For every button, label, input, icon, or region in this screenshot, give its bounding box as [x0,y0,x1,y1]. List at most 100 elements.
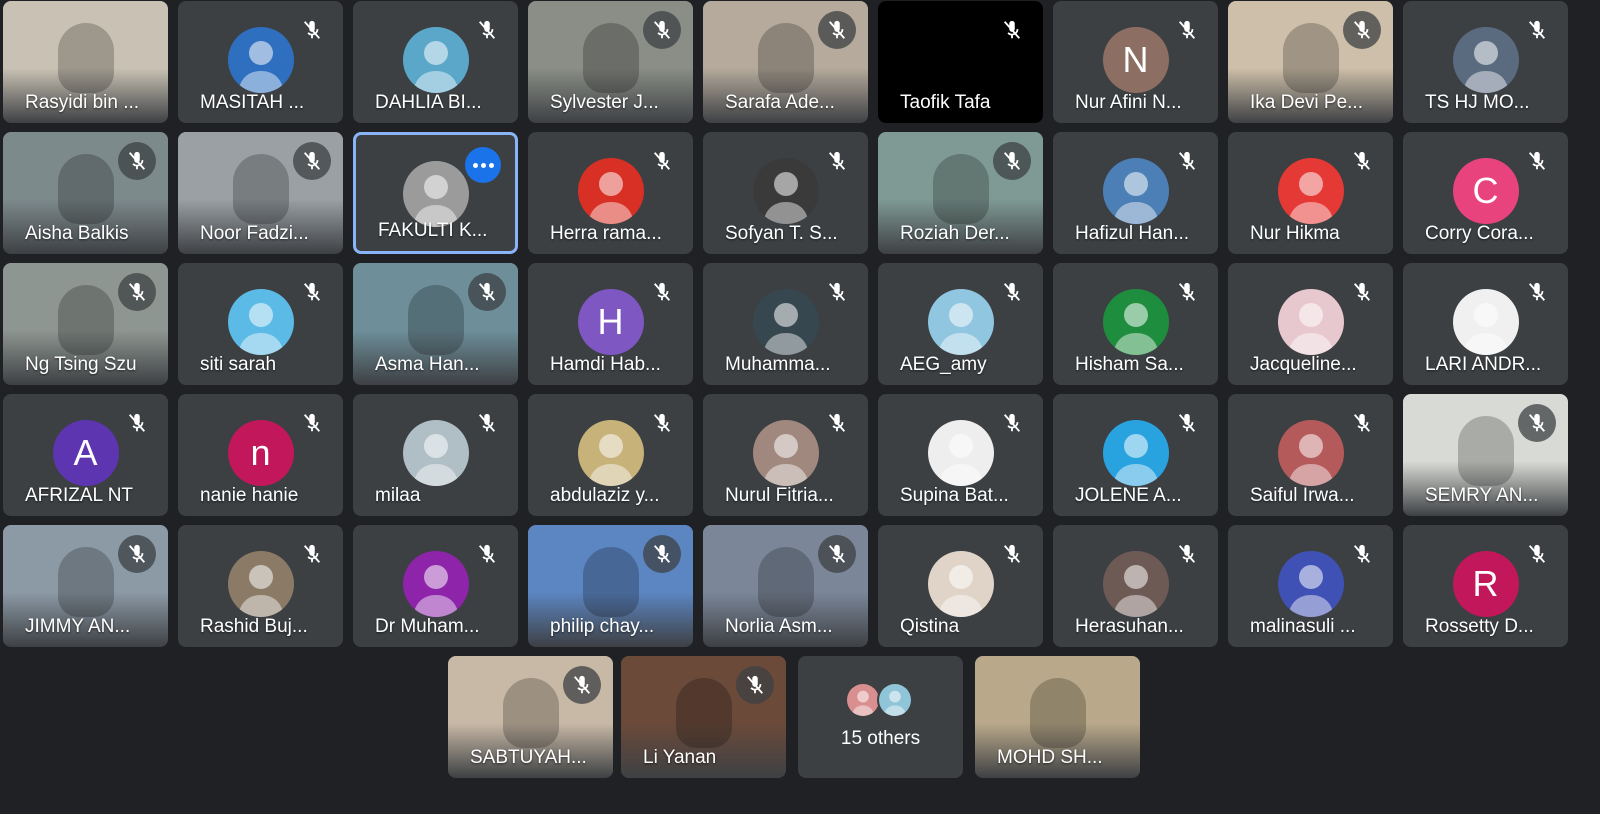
participant-tile[interactable]: Qistina [878,525,1043,647]
participant-tile[interactable]: abdulaziz y... [528,394,693,516]
avatar [844,682,881,718]
mic-off-icon [118,404,156,442]
participant-tile[interactable]: Nur Hikma [1228,132,1393,254]
participant-tile[interactable]: malinasuli ... [1228,525,1393,647]
participant-tile[interactable]: milaa [353,394,518,516]
participant-tile[interactable]: Sarafa Ade... [703,1,868,123]
participant-name: philip chay... [550,616,655,637]
participant-tile[interactable]: N Nur Afini N... [1053,1,1218,123]
participant-tile[interactable]: C Corry Cora... [1403,132,1568,254]
participant-tile[interactable]: philip chay... [528,525,693,647]
avatar [927,289,994,355]
avatar [927,420,994,486]
avatar [1102,420,1169,486]
participant-tile[interactable]: AEG_amy [878,263,1043,385]
mic-off-icon [468,11,506,49]
participant-tile[interactable]: Nurul Fitria... [703,394,868,516]
participant-tile[interactable]: JOLENE A... [1053,394,1218,516]
participant-tile[interactable]: Sofyan T. S... [703,132,868,254]
avatar [1102,158,1169,224]
participant-tile[interactable]: Asma Han... [353,263,518,385]
mic-off-icon [118,142,156,180]
mic-off-icon [818,11,856,49]
participant-tile[interactable]: Rasyidi bin ... [3,1,168,123]
participant-tile[interactable]: Herra rama... [528,132,693,254]
avatar: A [52,420,119,486]
participant-name: Saiful Irwa... [1250,485,1355,506]
participant-tile[interactable]: Li Yanan [621,656,786,778]
participant-tile[interactable]: n nanie hanie [178,394,343,516]
participant-tile[interactable]: TS HJ MO... [1403,1,1568,123]
participant-tile[interactable]: MOHD SH... [975,656,1140,778]
participant-tile[interactable]: FAKULTI K... [353,132,518,254]
participant-name: Aisha Balkis [25,223,129,244]
participant-name: Noor Fadzi... [200,223,309,244]
participant-tile[interactable]: JIMMY AN... [3,525,168,647]
mic-off-icon [1343,273,1381,311]
avatar [402,27,469,93]
participant-name: Asma Han... [375,354,480,375]
participant-tile[interactable]: Saiful Irwa... [1228,394,1393,516]
participant-tile[interactable]: Sylvester J... [528,1,693,123]
participant-name: Rasyidi bin ... [25,92,140,113]
participant-tile[interactable]: Roziah Der... [878,132,1043,254]
mic-off-icon [1518,535,1556,573]
others-tile[interactable]: 15 others [798,656,963,778]
participant-name: Sarafa Ade... [725,92,835,113]
participant-tile[interactable]: Jacqueline... [1228,263,1393,385]
participant-name: milaa [375,485,421,506]
participant-name: Ika Devi Pe... [1250,92,1363,113]
participant-tile[interactable]: Herasuhan... [1053,525,1218,647]
participant-name: Hisham Sa... [1075,354,1184,375]
participant-name: MOHD SH... [997,747,1103,768]
avatar [227,289,294,355]
mic-off-icon [1343,142,1381,180]
participant-tile[interactable]: A AFRIZAL NT [3,394,168,516]
participant-name: Taofik Tafa [900,92,991,113]
participant-tile[interactable]: Norlia Asm... [703,525,868,647]
more-options-button[interactable] [465,147,501,183]
mic-off-icon [1168,535,1206,573]
participant-name: Jacqueline... [1250,354,1357,375]
participant-tile[interactable]: Aisha Balkis [3,132,168,254]
participant-tile[interactable]: Hafizul Han... [1053,132,1218,254]
participant-tile[interactable]: LARI ANDR... [1403,263,1568,385]
participant-tile[interactable]: MASITAH ... [178,1,343,123]
participant-name: JIMMY AN... [25,616,131,637]
participant-tile[interactable]: Ng Tsing Szu [3,263,168,385]
avatar [577,420,644,486]
participant-name: Supina Bat... [900,485,1009,506]
participant-tile[interactable]: siti sarah [178,263,343,385]
mic-off-icon [1518,11,1556,49]
participant-name: nanie hanie [200,485,299,506]
participant-tile[interactable]: SEMRY AN... [1403,394,1568,516]
participant-name: MASITAH ... [200,92,305,113]
participant-tile[interactable]: DAHLIA BI... [353,1,518,123]
participant-tile[interactable]: Supina Bat... [878,394,1043,516]
participant-name: Rashid Buj... [200,616,308,637]
participant-tile[interactable]: Taofik Tafa [878,1,1043,123]
mic-off-icon [468,535,506,573]
participant-name: Nur Afini N... [1075,92,1182,113]
mic-off-icon [818,404,856,442]
avatar [1277,158,1344,224]
participant-tile[interactable]: Dr Muham... [353,525,518,647]
participant-tile[interactable]: Noor Fadzi... [178,132,343,254]
participant-tile[interactable]: Muhamma... [703,263,868,385]
participant-tile[interactable]: H Hamdi Hab... [528,263,693,385]
mic-off-icon [818,142,856,180]
participant-tile[interactable]: R Rossetty D... [1403,525,1568,647]
participant-tile[interactable]: SABTUYAH... [448,656,613,778]
participant-tile[interactable]: Hisham Sa... [1053,263,1218,385]
participant-name: Herasuhan... [1075,616,1184,637]
avatar [577,158,644,224]
participant-tile[interactable]: Ika Devi Pe... [1228,1,1393,123]
logo-avatar [402,161,469,227]
mic-off-icon [1168,273,1206,311]
mic-off-icon [293,535,331,573]
avatar [876,682,913,718]
participant-name: JOLENE A... [1075,485,1182,506]
participant-name: Sofyan T. S... [725,223,838,244]
participant-name: Roziah Der... [900,223,1010,244]
participant-tile[interactable]: Rashid Buj... [178,525,343,647]
